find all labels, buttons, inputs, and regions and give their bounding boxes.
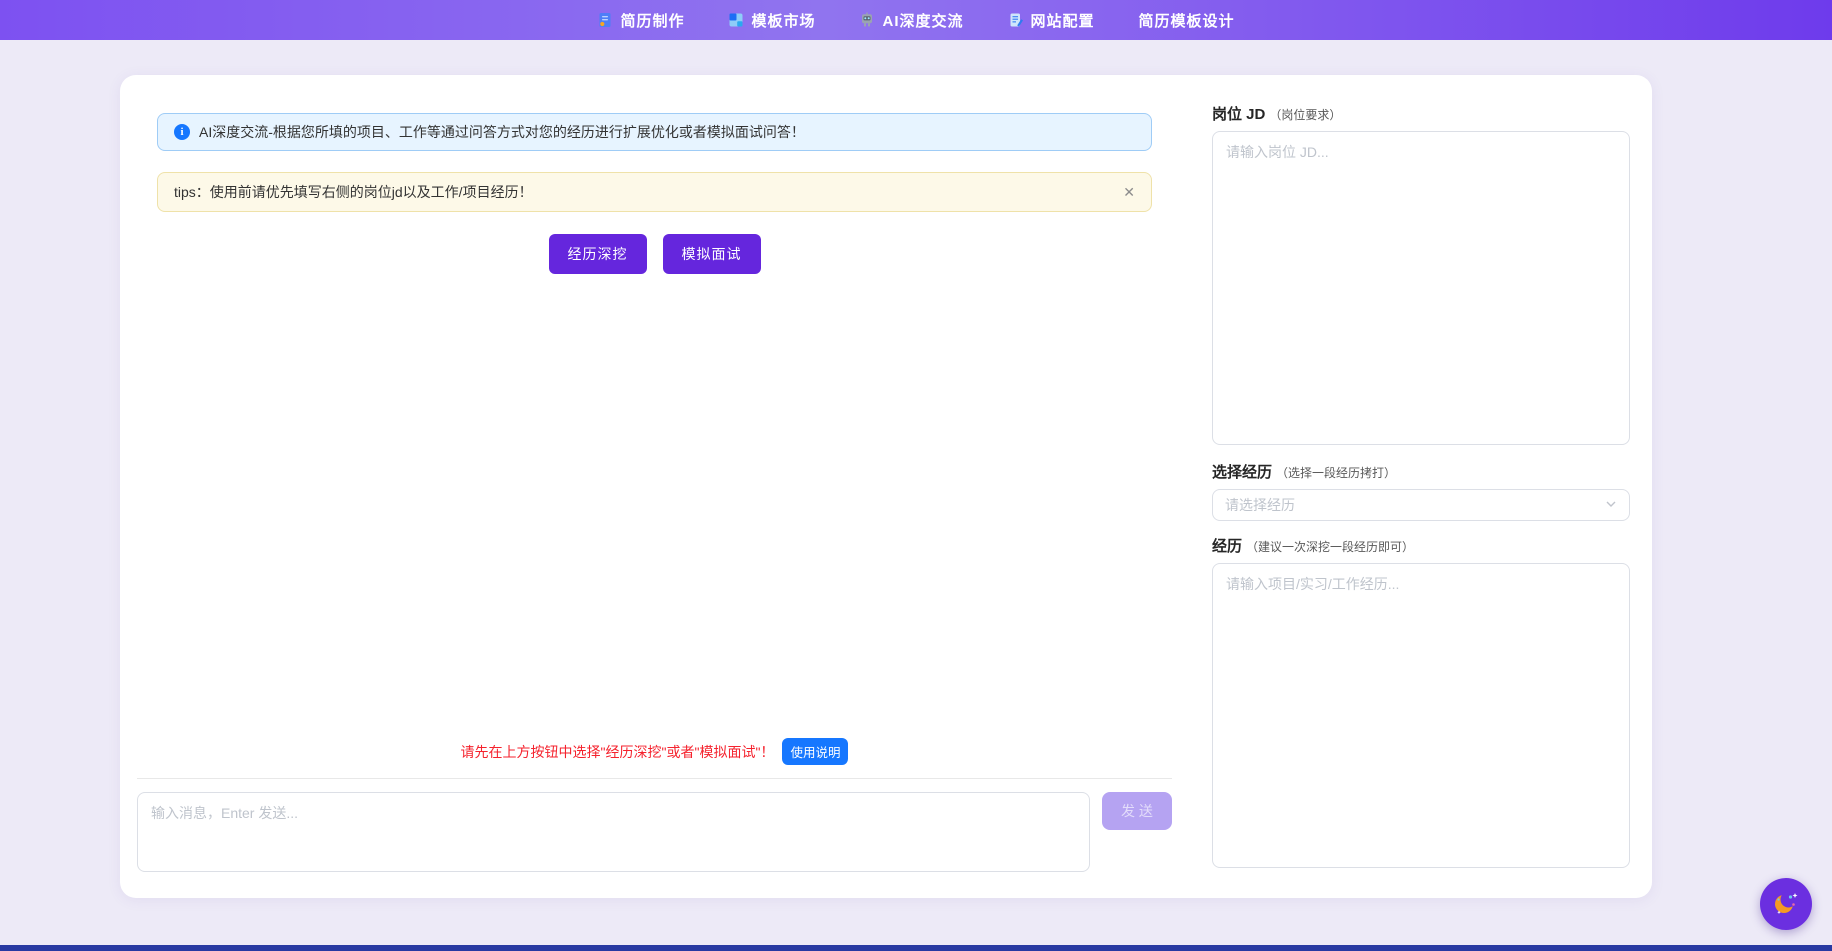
jd-label: 岗位 JD （岗位要求） bbox=[1212, 103, 1630, 124]
nav-item-resume-builder[interactable]: 简历制作 bbox=[597, 10, 684, 31]
info-icon: i bbox=[174, 124, 190, 140]
nav-item-label: 简历制作 bbox=[620, 10, 684, 31]
info-alert-text: AI深度交流-根据您所填的项目、工作等通过问答方式对您的经历进行扩展优化或者模拟… bbox=[199, 122, 805, 142]
nav-item-label: AI深度交流 bbox=[882, 10, 963, 31]
experience-label-main: 经历 bbox=[1212, 535, 1242, 556]
send-button[interactable]: 发 送 bbox=[1102, 792, 1172, 830]
usage-guide-button[interactable]: 使用说明 bbox=[782, 738, 848, 765]
resume-doc-icon bbox=[597, 12, 613, 28]
hint-text: 请先在上方按钮中选择"经历深挖"或者"模拟面试"！ bbox=[461, 742, 775, 762]
experience-select-label: 选择经历 （选择一段经历拷打） bbox=[1212, 461, 1630, 482]
nav-item-template-market[interactable]: 模板市场 bbox=[728, 10, 815, 31]
experience-label-sub: （建议一次深挖一段经历即可） bbox=[1246, 538, 1414, 555]
bottom-strip bbox=[0, 945, 1832, 951]
top-navbar: 简历制作 模板市场 AI深度交流 bbox=[0, 0, 1832, 40]
hint-row: 请先在上方按钮中选择"经历深挖"或者"模拟面试"！ 使用说明 bbox=[137, 738, 1172, 765]
deep-dig-button[interactable]: 经历深挖 bbox=[549, 234, 647, 274]
nav-item-template-design[interactable]: 简历模板设计 bbox=[1139, 10, 1235, 31]
close-icon[interactable]: ✕ bbox=[1123, 185, 1135, 199]
input-divider bbox=[137, 778, 1172, 779]
nav-item-label: 网站配置 bbox=[1031, 10, 1095, 31]
chat-panel: i AI深度交流-根据您所填的项目、工作等通过问答方式对您的经历进行扩展优化或者… bbox=[120, 75, 1189, 898]
jd-textarea[interactable] bbox=[1212, 131, 1630, 445]
experience-label: 经历 （建议一次深挖一段经历即可） bbox=[1212, 535, 1630, 556]
robot-icon bbox=[859, 12, 875, 28]
tips-alert-text: tips：使用前请优先填写右侧的岗位jd以及工作/项目经历！ bbox=[174, 182, 533, 202]
message-input[interactable] bbox=[137, 792, 1090, 872]
main-card: i AI深度交流-根据您所填的项目、工作等通过问答方式对您的经历进行扩展优化或者… bbox=[120, 75, 1652, 898]
site-config-icon bbox=[1008, 12, 1024, 28]
jd-label-main: 岗位 JD bbox=[1212, 103, 1265, 124]
nav-item-site-config[interactable]: 网站配置 bbox=[1008, 10, 1095, 31]
chevron-down-icon bbox=[1605, 497, 1617, 513]
theme-toggle-button[interactable] bbox=[1760, 878, 1812, 930]
nav-item-label: 模板市场 bbox=[751, 10, 815, 31]
tips-alert: tips：使用前请优先填写右侧的岗位jd以及工作/项目经历！ ✕ bbox=[157, 172, 1152, 212]
message-input-row: 发 送 bbox=[137, 792, 1172, 872]
experience-select-label-main: 选择经历 bbox=[1212, 461, 1272, 482]
experience-select-placeholder: 请选择经历 bbox=[1225, 495, 1295, 515]
nav-item-ai-chat[interactable]: AI深度交流 bbox=[859, 10, 963, 31]
mode-buttons: 经历深挖 模拟面试 bbox=[137, 234, 1172, 274]
chat-message-area bbox=[137, 274, 1172, 738]
template-grid-icon bbox=[728, 12, 744, 28]
info-alert: i AI深度交流-根据您所填的项目、工作等通过问答方式对您的经历进行扩展优化或者… bbox=[157, 113, 1152, 151]
nav-item-label: 简历模板设计 bbox=[1139, 10, 1235, 31]
job-sidebar: 岗位 JD （岗位要求） 选择经历 （选择一段经历拷打） 请选择经历 经历 （建… bbox=[1189, 75, 1652, 898]
experience-select-label-sub: （选择一段经历拷打） bbox=[1276, 464, 1396, 481]
jd-label-sub: （岗位要求） bbox=[1269, 106, 1341, 123]
experience-textarea[interactable] bbox=[1212, 563, 1630, 868]
moon-icon bbox=[1769, 886, 1803, 923]
experience-select[interactable]: 请选择经历 bbox=[1212, 489, 1630, 521]
mock-interview-button[interactable]: 模拟面试 bbox=[663, 234, 761, 274]
